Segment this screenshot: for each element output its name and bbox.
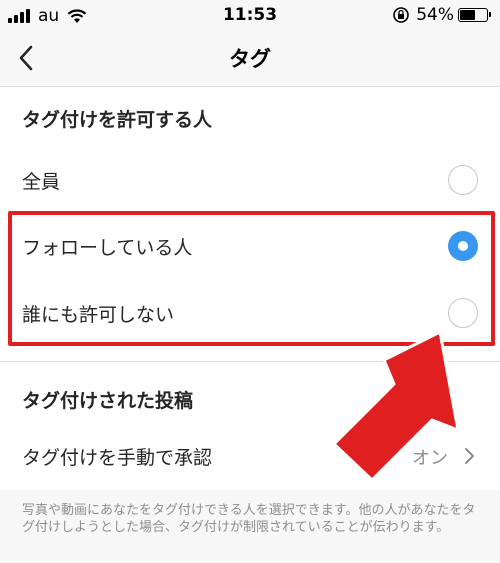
rotation-lock-icon: [393, 7, 410, 23]
battery-level: [460, 10, 476, 20]
section-divider: [0, 361, 500, 362]
manual-approve-row[interactable]: タグ付けを手動で承認 オン: [0, 424, 500, 488]
option-everyone[interactable]: 全員: [0, 148, 500, 212]
chevron-right-icon: [465, 448, 474, 464]
status-bar: au 11:53 54%: [0, 0, 500, 30]
tag-settings-screen: au 11:53 54% タグ タグ付けを許可する人 全員 フォローしている人 …: [0, 0, 500, 563]
section-header-tagged-posts: タグ付けされた投稿: [22, 390, 194, 412]
page-title: タグ: [229, 47, 271, 71]
radio-button[interactable]: [448, 165, 478, 195]
battery-percent: 54%: [416, 5, 454, 25]
manual-approve-label: タグ付けを手動で承認: [22, 447, 213, 469]
navigation-bar: タグ: [0, 30, 500, 87]
battery-icon: [458, 8, 491, 22]
status-right: 54%: [392, 5, 491, 25]
manual-approve-value: オン: [412, 448, 448, 469]
footnote-text: 写真や動画にあなたをタグ付けできる人を選択できます。他の人があなたをタグ付けしよ…: [22, 502, 482, 536]
annotation-highlight-box: [8, 211, 495, 346]
section-header-allow-tagging: タグ付けを許可する人: [22, 109, 213, 131]
option-label: 全員: [22, 171, 61, 193]
